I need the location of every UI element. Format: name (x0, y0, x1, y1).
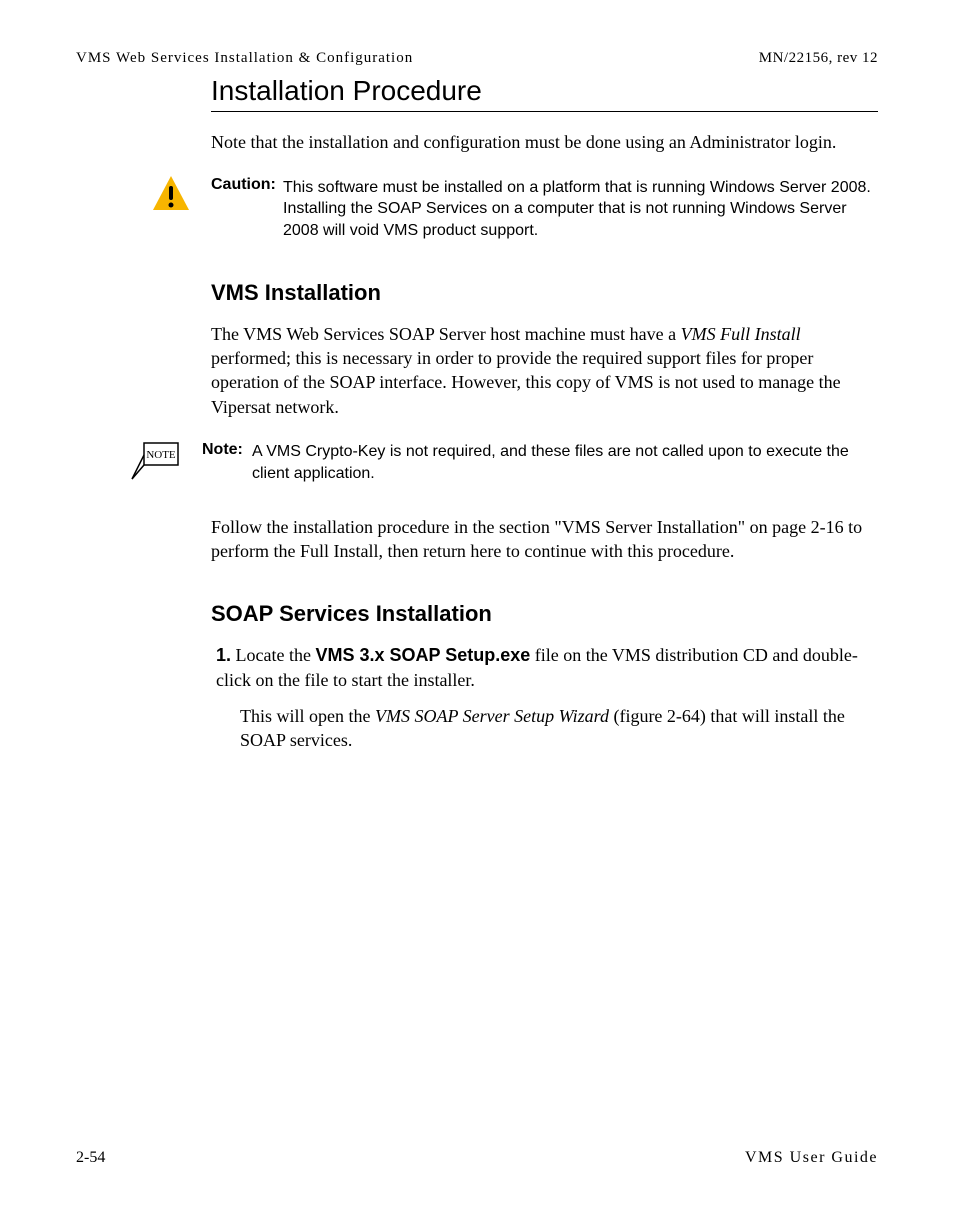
vms-para1-italic: VMS Full Install (681, 324, 801, 344)
vms-para1-prefix: The VMS Web Services SOAP Server host ma… (211, 324, 681, 344)
caution-icon (151, 174, 196, 219)
footer-doc-title: VMS User Guide (745, 1149, 878, 1167)
caution-label: Caution: (211, 176, 276, 193)
vms-para1: The VMS Web Services SOAP Server host ma… (211, 322, 878, 419)
page-header: VMS Web Services Installation & Configur… (76, 50, 878, 67)
note-icon: NOTE (132, 439, 177, 483)
note-callout: NOTE Note: A VMS Crypto-Key is not requi… (132, 439, 878, 485)
vms-para2: Follow the installation procedure in the… (211, 515, 878, 564)
note-content: Note: A VMS Crypto-Key is not required, … (202, 439, 878, 485)
step1-prefix: Locate the (231, 645, 315, 665)
caution-callout: Caution: This software must be installed… (151, 174, 878, 241)
intro-block: Note that the installation and configura… (211, 130, 878, 154)
intro-text: Note that the installation and configura… (211, 130, 878, 154)
note-text: A VMS Crypto-Key is not required, and th… (252, 441, 878, 484)
header-doc-id: MN/22156, rev 12 (759, 50, 878, 67)
step1f-italic: VMS SOAP Server Setup Wizard (375, 706, 609, 726)
vms-heading: VMS Installation (211, 280, 878, 306)
caution-text: This software must be installed on a pla… (283, 177, 878, 242)
page-footer: 2-54 VMS User Guide (76, 1149, 878, 1167)
step1f-prefix: This will open the (240, 706, 375, 726)
note-label: Note: (202, 441, 243, 458)
step1-bold: VMS 3.x SOAP Setup.exe (315, 645, 530, 665)
header-section-title: VMS Web Services Installation & Configur… (76, 50, 413, 67)
page-title: Installation Procedure (211, 75, 878, 112)
footer-page-number: 2-54 (76, 1149, 105, 1167)
soap-step-1: 1. Locate the VMS 3.x SOAP Setup.exe fil… (216, 643, 878, 692)
vms-follow-block: Follow the installation procedure in the… (211, 515, 878, 564)
soap-step-1-follow: This will open the VMS SOAP Server Setup… (240, 704, 878, 753)
vms-block: The VMS Web Services SOAP Server host ma… (211, 322, 878, 419)
caution-content: Caution: This software must be installed… (211, 174, 878, 241)
vms-para1-suffix: performed; this is necessary in order to… (211, 348, 841, 417)
soap-heading: SOAP Services Installation (211, 601, 878, 627)
note-badge-text: NOTE (146, 449, 176, 461)
step-number: 1. (216, 645, 231, 665)
